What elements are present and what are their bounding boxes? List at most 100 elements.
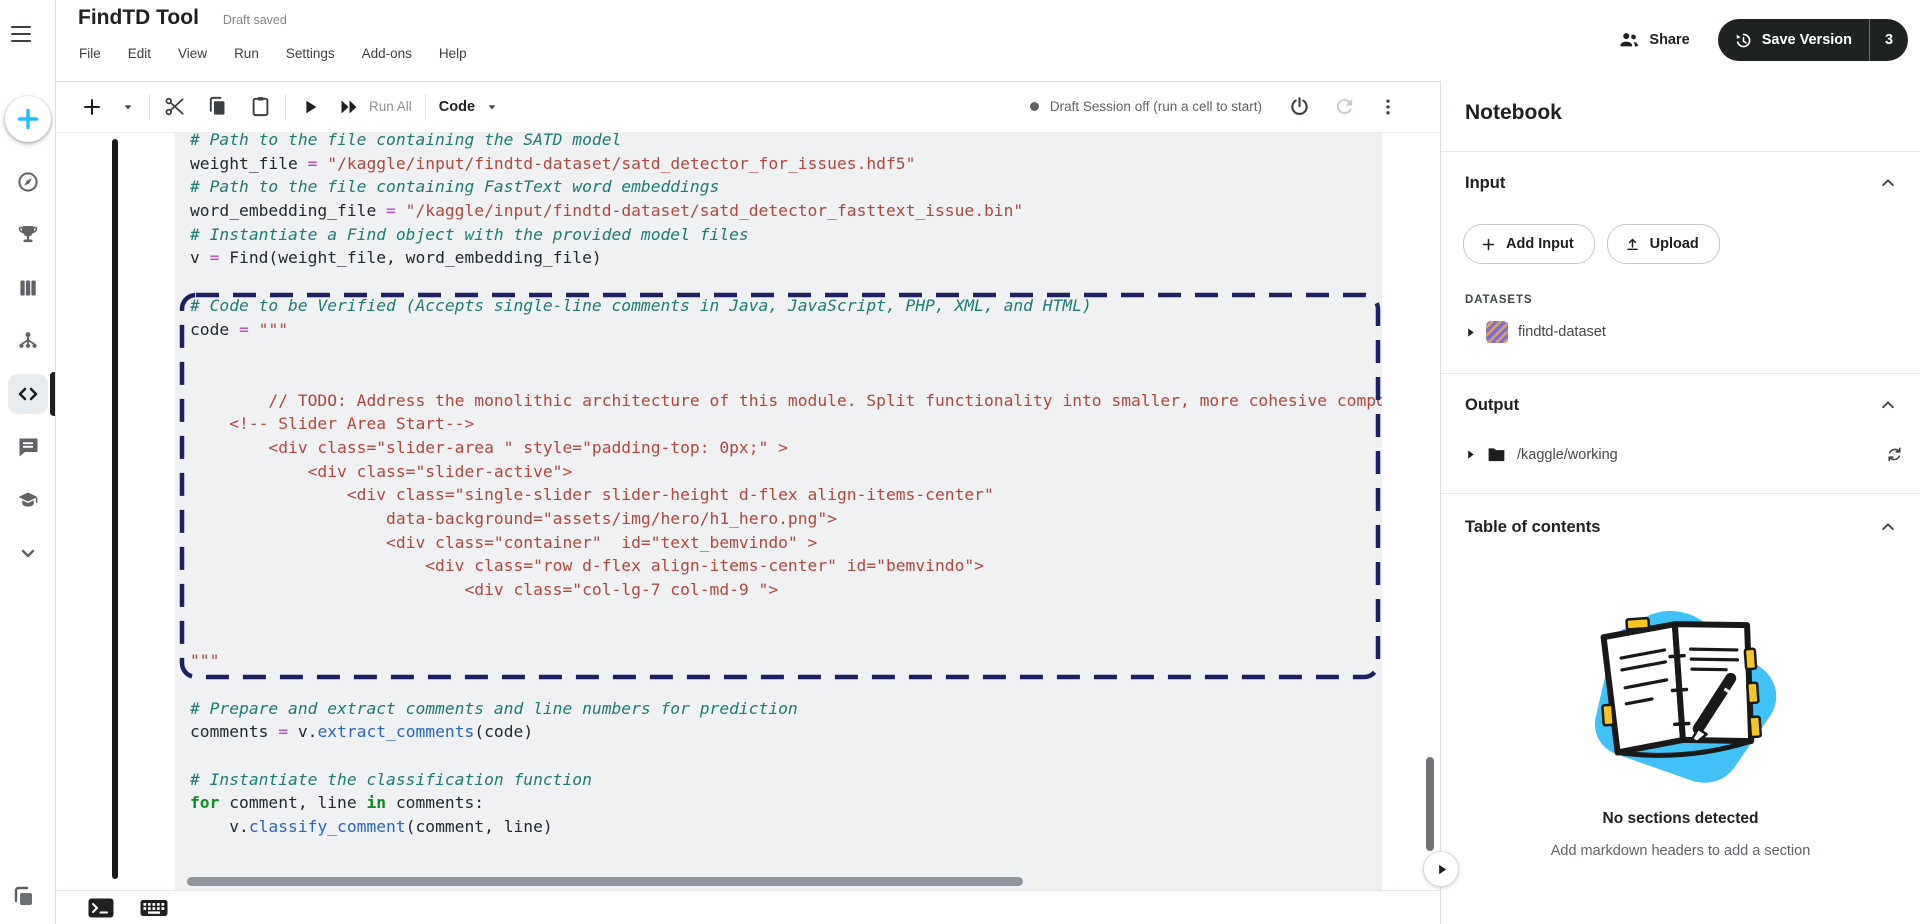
code-line[interactable]: <div class="slider-active"> [190, 460, 1382, 484]
paste-cell-button[interactable] [249, 95, 272, 118]
menu-run[interactable]: Run [234, 46, 259, 61]
menu-settings[interactable]: Settings [286, 46, 335, 61]
sidebar-item-competitions[interactable] [8, 215, 48, 255]
share-button[interactable]: Share [1618, 29, 1690, 51]
code-cell[interactable]: # Path to the file containing the SATD m… [175, 133, 1382, 890]
sidebar-item-home[interactable] [8, 162, 48, 202]
dataset-name[interactable]: findtd-dataset [1518, 324, 1606, 340]
code-line[interactable] [190, 365, 1382, 389]
output-section-label: Output [1465, 395, 1520, 414]
editor-left-scrollbar[interactable] [112, 139, 118, 879]
save-version-button[interactable]: Save Version 3 [1717, 19, 1908, 61]
power-button[interactable] [1288, 95, 1311, 118]
code-line[interactable]: # Path to the file containing the SATD m… [190, 133, 1382, 152]
layers-icon [10, 884, 36, 910]
code-line[interactable]: # Path to the file containing FastText w… [190, 175, 1382, 199]
upload-button[interactable]: Upload [1606, 224, 1720, 264]
output-path[interactable]: /kaggle/working [1517, 447, 1875, 463]
menu-help[interactable]: Help [439, 46, 467, 61]
keyboard-shortcuts-button[interactable] [140, 898, 168, 918]
sidebar-item-discussions[interactable] [8, 427, 48, 467]
cut-cell-button[interactable] [163, 95, 186, 118]
console-button[interactable] [88, 898, 114, 918]
code-line[interactable]: comments = v.extract_comments(code) [190, 720, 1382, 744]
code-line[interactable]: <div class="slider-area " style="padding… [190, 436, 1382, 460]
code-line[interactable]: data-background="assets/img/hero/h1_hero… [190, 507, 1382, 531]
sync-icon[interactable] [1885, 445, 1904, 464]
notebook-side-panel: Notebook Input Add Input Upload DATASETS… [1440, 81, 1920, 924]
code-line[interactable]: v.classify_comment(comment, line) [190, 815, 1382, 839]
code-line[interactable]: <div class="row d-flex align-items-cente… [190, 554, 1382, 578]
menu-add-ons[interactable]: Add-ons [362, 46, 412, 61]
draft-status: Draft saved [222, 13, 287, 27]
code-line[interactable]: # Prepare and extract comments and line … [190, 697, 1382, 721]
copy-cell-button[interactable] [206, 95, 229, 118]
dataset-tree-row[interactable]: findtd-dataset [1465, 321, 1904, 343]
caret-right-icon[interactable] [1465, 326, 1476, 339]
run-all-label[interactable]: Run All [369, 99, 412, 114]
cell-type-selector[interactable]: Code [439, 99, 475, 115]
code-line[interactable]: # Code to be Verified (Accepts single-li… [190, 294, 1382, 318]
code-line[interactable] [190, 270, 1382, 294]
upload-icon [1624, 236, 1641, 253]
view-active-events-button[interactable] [10, 884, 36, 910]
left-nav-rail [0, 0, 56, 924]
version-count-badge[interactable]: 3 [1869, 19, 1908, 61]
run-cell-button[interactable] [299, 96, 321, 118]
code-line[interactable] [190, 673, 1382, 697]
cell-type-dropdown-icon[interactable] [484, 99, 500, 115]
restart-session-button[interactable] [1333, 95, 1356, 118]
code-line[interactable]: weight_file = "/kaggle/input/findtd-data… [190, 152, 1382, 176]
code-line[interactable]: """ [190, 649, 1382, 673]
chevron-up-icon[interactable] [1878, 395, 1898, 415]
kebab-menu-icon[interactable] [1378, 97, 1398, 117]
folder-icon [1486, 444, 1507, 465]
vertical-scrollbar[interactable] [1426, 757, 1434, 851]
code-line[interactable]: # Instantiate a Find object with the pro… [190, 223, 1382, 247]
chevron-up-icon[interactable] [1878, 173, 1898, 193]
code-line[interactable] [190, 625, 1382, 649]
input-section-header[interactable]: Input [1465, 173, 1898, 193]
run-all-icon[interactable] [337, 95, 361, 119]
horizontal-scrollbar[interactable] [187, 877, 1023, 886]
code-line[interactable]: <!-- Slider Area Start--> [190, 412, 1382, 436]
code-line[interactable]: // TODO: Address the monolithic architec… [190, 389, 1382, 413]
sidebar-item-models[interactable] [8, 321, 48, 361]
create-button[interactable] [5, 96, 51, 142]
code-line[interactable]: word_embedding_file = "/kaggle/input/fin… [190, 199, 1382, 223]
save-version-main[interactable]: Save Version [1718, 31, 1869, 50]
code-line[interactable]: <div class="single-slider slider-height … [190, 483, 1382, 507]
page-title[interactable]: FindTD Tool [78, 6, 199, 30]
output-section-header[interactable]: Output [1465, 395, 1898, 415]
title-row: FindTD Tool Draft saved [78, 6, 287, 30]
add-cell-button[interactable] [80, 95, 104, 119]
code-line[interactable] [190, 341, 1382, 365]
code-line[interactable] [190, 602, 1382, 626]
code-line[interactable]: code = """ [190, 318, 1382, 342]
code-line[interactable]: v = Find(weight_file, word_embedding_fil… [190, 246, 1382, 270]
code-line[interactable] [190, 744, 1382, 768]
sidebar-item-datasets[interactable] [8, 268, 48, 308]
output-tree-row[interactable]: /kaggle/working [1465, 444, 1904, 465]
menu-edit[interactable]: Edit [128, 46, 151, 61]
chevron-up-icon[interactable] [1878, 517, 1898, 537]
sidebar-item-code[interactable] [7, 374, 48, 414]
panel-title: Notebook [1465, 101, 1562, 124]
caret-right-icon[interactable] [1465, 448, 1476, 461]
code-line[interactable]: <div class="col-lg-7 col-md-9 "> [190, 578, 1382, 602]
sidebar-item-more[interactable] [8, 533, 48, 573]
hamburger-menu-icon[interactable] [11, 26, 31, 42]
chevron-down-icon [16, 541, 40, 565]
toc-section-header[interactable]: Table of contents [1465, 517, 1898, 537]
share-people-icon [1618, 29, 1640, 51]
code-line[interactable]: # Instantiate the classification functio… [190, 768, 1382, 792]
editor-bottom-bar [55, 890, 1440, 924]
code-line[interactable]: <div class="container" id="text_bemvindo… [190, 531, 1382, 555]
code-line[interactable]: for comment, line in comments: [190, 791, 1382, 815]
collapse-panel-button[interactable] [1423, 851, 1459, 887]
add-input-button[interactable]: Add Input [1463, 224, 1595, 264]
menu-file[interactable]: File [79, 46, 101, 61]
menu-view[interactable]: View [178, 46, 207, 61]
sidebar-item-learn[interactable] [8, 480, 48, 520]
add-cell-dropdown[interactable] [120, 99, 136, 115]
